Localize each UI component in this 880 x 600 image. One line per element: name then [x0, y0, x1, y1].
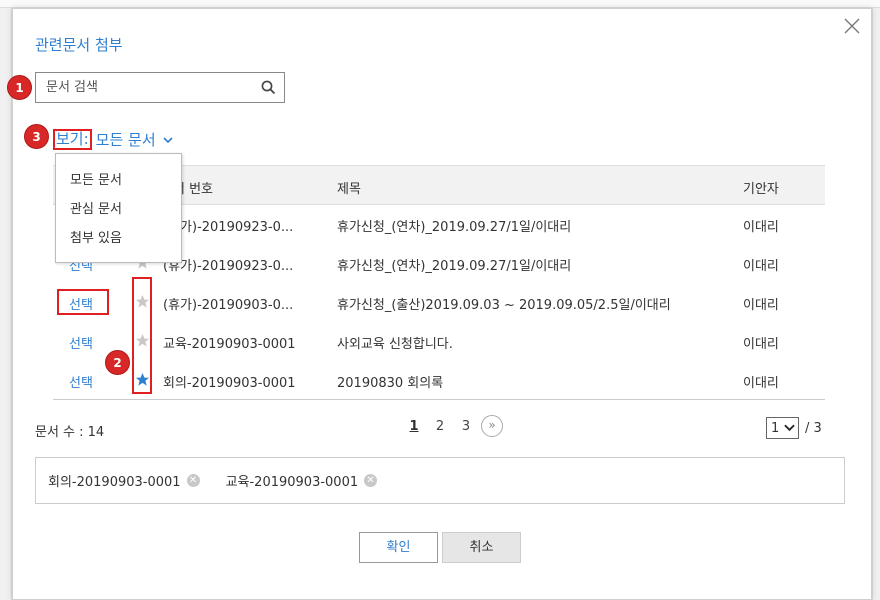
table-row: 선택 회의-20190903-0001 20190830 회의록 이대리	[53, 361, 825, 400]
doc-author: 이대리	[743, 259, 779, 274]
close-button[interactable]	[841, 15, 863, 37]
attached-chip-label: 교육-20190903-0001	[225, 475, 359, 490]
doc-author: 이대리	[743, 298, 779, 313]
page-2[interactable]: 2	[427, 419, 453, 434]
view-filter[interactable]: 보기: 모든 문서	[53, 129, 174, 150]
background-right-panel	[872, 8, 880, 600]
dialog-title: 관련문서 첨부	[35, 36, 123, 54]
doc-title: 휴가신청_(출산)2019.09.03 ~ 2019.09.05/2.5일/이대…	[337, 298, 671, 313]
chevron-down-icon	[784, 424, 795, 432]
table-row: 선택 (휴가)-20190903-0... 휴가신청_(출산)2019.09.0…	[53, 283, 825, 322]
doc-number: (휴가)-20190903-0...	[163, 298, 294, 313]
page-3[interactable]: 3	[453, 419, 479, 434]
annotation-badge-1: 1	[7, 75, 32, 100]
table-row: 선택 교육-20190903-0001 사외교육 신청합니다. 이대리	[53, 322, 825, 361]
view-label: 보기:	[53, 129, 92, 150]
cancel-button[interactable]: 취소	[442, 532, 521, 563]
remove-chip-icon[interactable]: ✕	[186, 474, 200, 487]
remove-chip-icon[interactable]: ✕	[364, 474, 378, 487]
attached-chip: 교육-20190903-0001 ✕	[226, 471, 378, 490]
doc-author: 이대리	[743, 337, 779, 352]
highlight-select-link	[57, 289, 109, 315]
doc-author: 이대리	[743, 376, 779, 391]
annotation-badge-3: 3	[24, 124, 49, 149]
doc-number: 회의-20190903-0001	[163, 376, 296, 391]
doc-number: (휴가)-20190923-0...	[163, 220, 294, 235]
header-author: 기안자	[743, 182, 779, 197]
view-value[interactable]: 모든 문서	[96, 129, 156, 150]
search-icon[interactable]	[261, 80, 276, 95]
dropdown-item-favorites[interactable]: 관심 문서	[56, 195, 181, 224]
doc-title: 20190830 회의록	[337, 376, 444, 391]
search-input[interactable]	[36, 73, 246, 102]
select-link[interactable]: 선택	[69, 372, 93, 391]
dropdown-item-all[interactable]: 모든 문서	[56, 166, 181, 195]
confirm-button[interactable]: 확인	[359, 532, 438, 563]
attached-chip-label: 회의-20190903-0001	[48, 475, 181, 490]
chevron-down-icon[interactable]	[162, 136, 174, 144]
page-total: / 3	[805, 420, 822, 436]
view-dropdown-menu: 모든 문서 관심 문서 첨부 있음	[55, 153, 182, 263]
select-link[interactable]: 선택	[69, 333, 93, 352]
search-box	[35, 72, 285, 103]
doc-title: 휴가신청_(연차)_2019.09.27/1일/이대리	[337, 220, 572, 235]
document-count: 문서 수 : 14	[35, 425, 105, 440]
doc-author: 이대리	[743, 220, 779, 235]
doc-title: 휴가신청_(연차)_2019.09.27/1일/이대리	[337, 259, 572, 274]
close-icon	[844, 18, 860, 34]
attached-chip: 회의-20190903-0001 ✕	[48, 471, 200, 490]
annotation-badge-2: 2	[105, 350, 130, 375]
page-1[interactable]: 1	[401, 419, 427, 434]
dropdown-item-with-attachment[interactable]: 첨부 있음	[56, 224, 181, 253]
pagination: 1 2 3 »	[401, 415, 503, 437]
header-title: 제목	[337, 182, 361, 197]
attached-documents: 회의-20190903-0001 ✕ 교육-20190903-0001 ✕	[35, 457, 845, 504]
page-select-dropdown[interactable]: 1	[766, 417, 799, 439]
page-select: 1 / 3	[766, 417, 822, 439]
doc-number: 교육-20190903-0001	[163, 337, 296, 352]
highlight-star-column	[132, 277, 152, 394]
doc-title: 사외교육 신청합니다.	[337, 337, 453, 352]
background-header	[0, 0, 880, 8]
page-select-value: 1	[771, 420, 780, 436]
next-page-button[interactable]: »	[481, 415, 503, 437]
doc-number: (휴가)-20190923-0...	[163, 259, 294, 274]
